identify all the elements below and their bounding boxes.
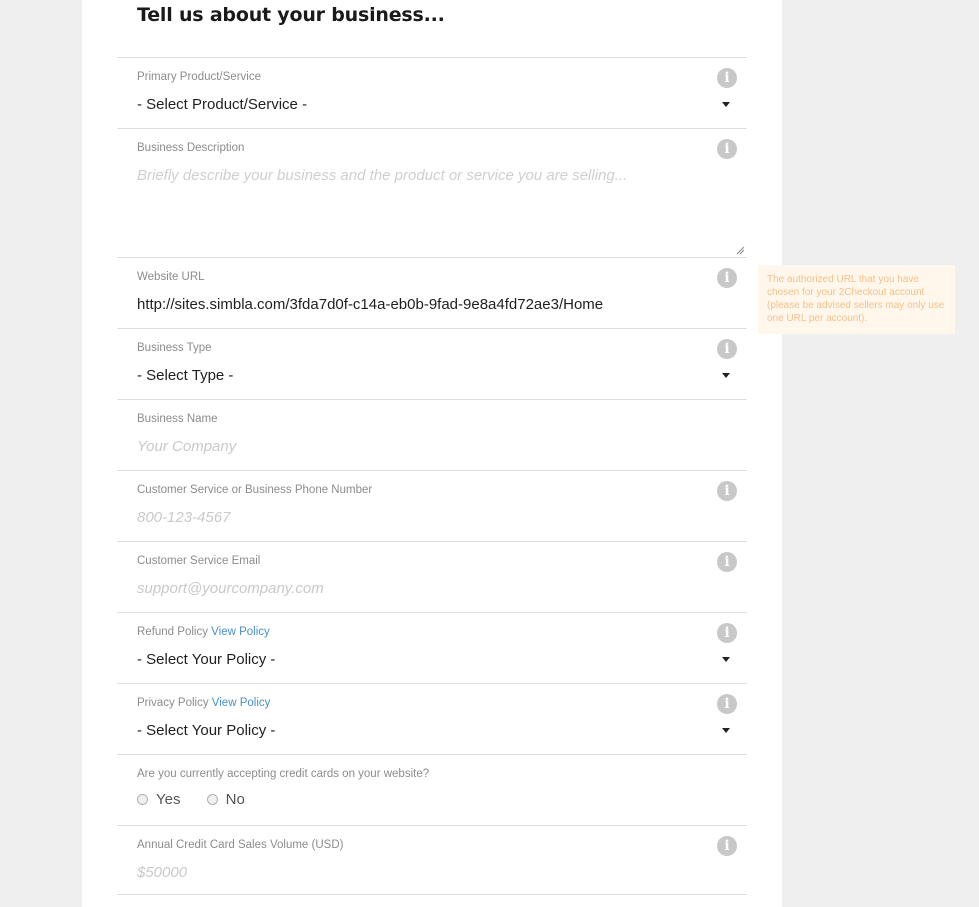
accepting-cards-label: Are you currently accepting credit cards… (137, 768, 430, 780)
info-icon[interactable]: i (717, 139, 737, 159)
page-heading: Tell us about your business... (137, 4, 445, 26)
sales-volume-input[interactable]: $50000 (137, 864, 717, 881)
privacy-policy-label: Privacy Policy View Policy (137, 697, 270, 709)
radio-no-label: No (225, 791, 245, 808)
business-type-label: Business Type (137, 342, 212, 354)
caret-down-icon[interactable] (722, 102, 730, 107)
info-icon[interactable]: i (717, 268, 737, 288)
email-input[interactable]: support@yourcompany.com (137, 580, 717, 597)
email-label: Customer Service Email (137, 555, 261, 567)
radio-yes-circle[interactable] (137, 794, 148, 805)
caret-down-icon[interactable] (722, 657, 730, 662)
radio-yes-label: Yes (156, 791, 181, 808)
resize-handle-icon[interactable] (736, 246, 745, 255)
business-type-field[interactable]: Business Type - Select Type - i (117, 328, 747, 398)
refund-policy-label-text: Refund Policy (137, 626, 208, 638)
phone-field: Customer Service or Business Phone Numbe… (117, 470, 747, 540)
radio-no[interactable]: No (206, 791, 245, 808)
description-label: Business Description (137, 142, 245, 154)
info-icon[interactable]: i (717, 481, 737, 501)
product-label: Primary Product/Service (137, 71, 261, 83)
privacy-policy-field[interactable]: Privacy Policy View Policy - Select Your… (117, 683, 747, 753)
business-name-label: Business Name (137, 413, 218, 425)
product-select[interactable]: - Select Product/Service - (137, 96, 717, 113)
info-icon[interactable]: i (717, 339, 737, 359)
phone-input[interactable]: 800-123-4567 (137, 509, 717, 526)
sales-volume-label: Annual Credit Card Sales Volume (USD) (137, 839, 344, 851)
caret-down-icon[interactable] (722, 373, 730, 378)
privacy-view-policy-link[interactable]: View Policy (212, 697, 271, 709)
accepting-cards-radio-group: Yes No (137, 791, 267, 809)
refund-policy-field[interactable]: Refund Policy View Policy - Select Your … (117, 612, 747, 682)
info-icon[interactable]: i (717, 836, 737, 856)
radio-yes[interactable]: Yes (137, 791, 180, 808)
website-input[interactable]: http://sites.simbla.com/3fda7d0f-c14a-eb… (137, 296, 717, 313)
info-icon[interactable]: i (717, 694, 737, 714)
refund-view-policy-link[interactable]: View Policy (211, 626, 270, 638)
sales-volume-field: Annual Credit Card Sales Volume (USD) $5… (117, 825, 747, 895)
product-select-field[interactable]: Primary Product/Service - Select Product… (117, 57, 747, 127)
website-url-tooltip: The authorized URL that you have chosen … (758, 265, 955, 334)
business-name-input[interactable]: Your Company (137, 438, 717, 455)
refund-policy-label: Refund Policy View Policy (137, 626, 270, 638)
info-icon[interactable]: i (717, 623, 737, 643)
description-textarea[interactable]: Briefly describe your business and the p… (137, 167, 727, 249)
phone-label: Customer Service or Business Phone Numbe… (137, 484, 373, 496)
website-label: Website URL (137, 271, 205, 283)
website-field: Website URL http://sites.simbla.com/3fda… (117, 257, 747, 327)
privacy-policy-label-text: Privacy Policy (137, 697, 209, 709)
business-type-select[interactable]: - Select Type - (137, 367, 717, 384)
email-field: Customer Service Email support@yourcompa… (117, 541, 747, 611)
accepting-cards-field: Are you currently accepting credit cards… (117, 754, 747, 824)
business-name-field: Business Name Your Company (117, 399, 747, 469)
radio-no-circle[interactable] (206, 794, 218, 805)
info-icon[interactable]: i (717, 68, 737, 88)
privacy-policy-select[interactable]: - Select Your Policy - (137, 722, 717, 739)
refund-policy-select[interactable]: - Select Your Policy - (137, 651, 717, 668)
caret-down-icon[interactable] (722, 728, 730, 733)
info-icon[interactable]: i (717, 552, 737, 572)
description-field: Business Description Briefly describe yo… (117, 128, 747, 257)
